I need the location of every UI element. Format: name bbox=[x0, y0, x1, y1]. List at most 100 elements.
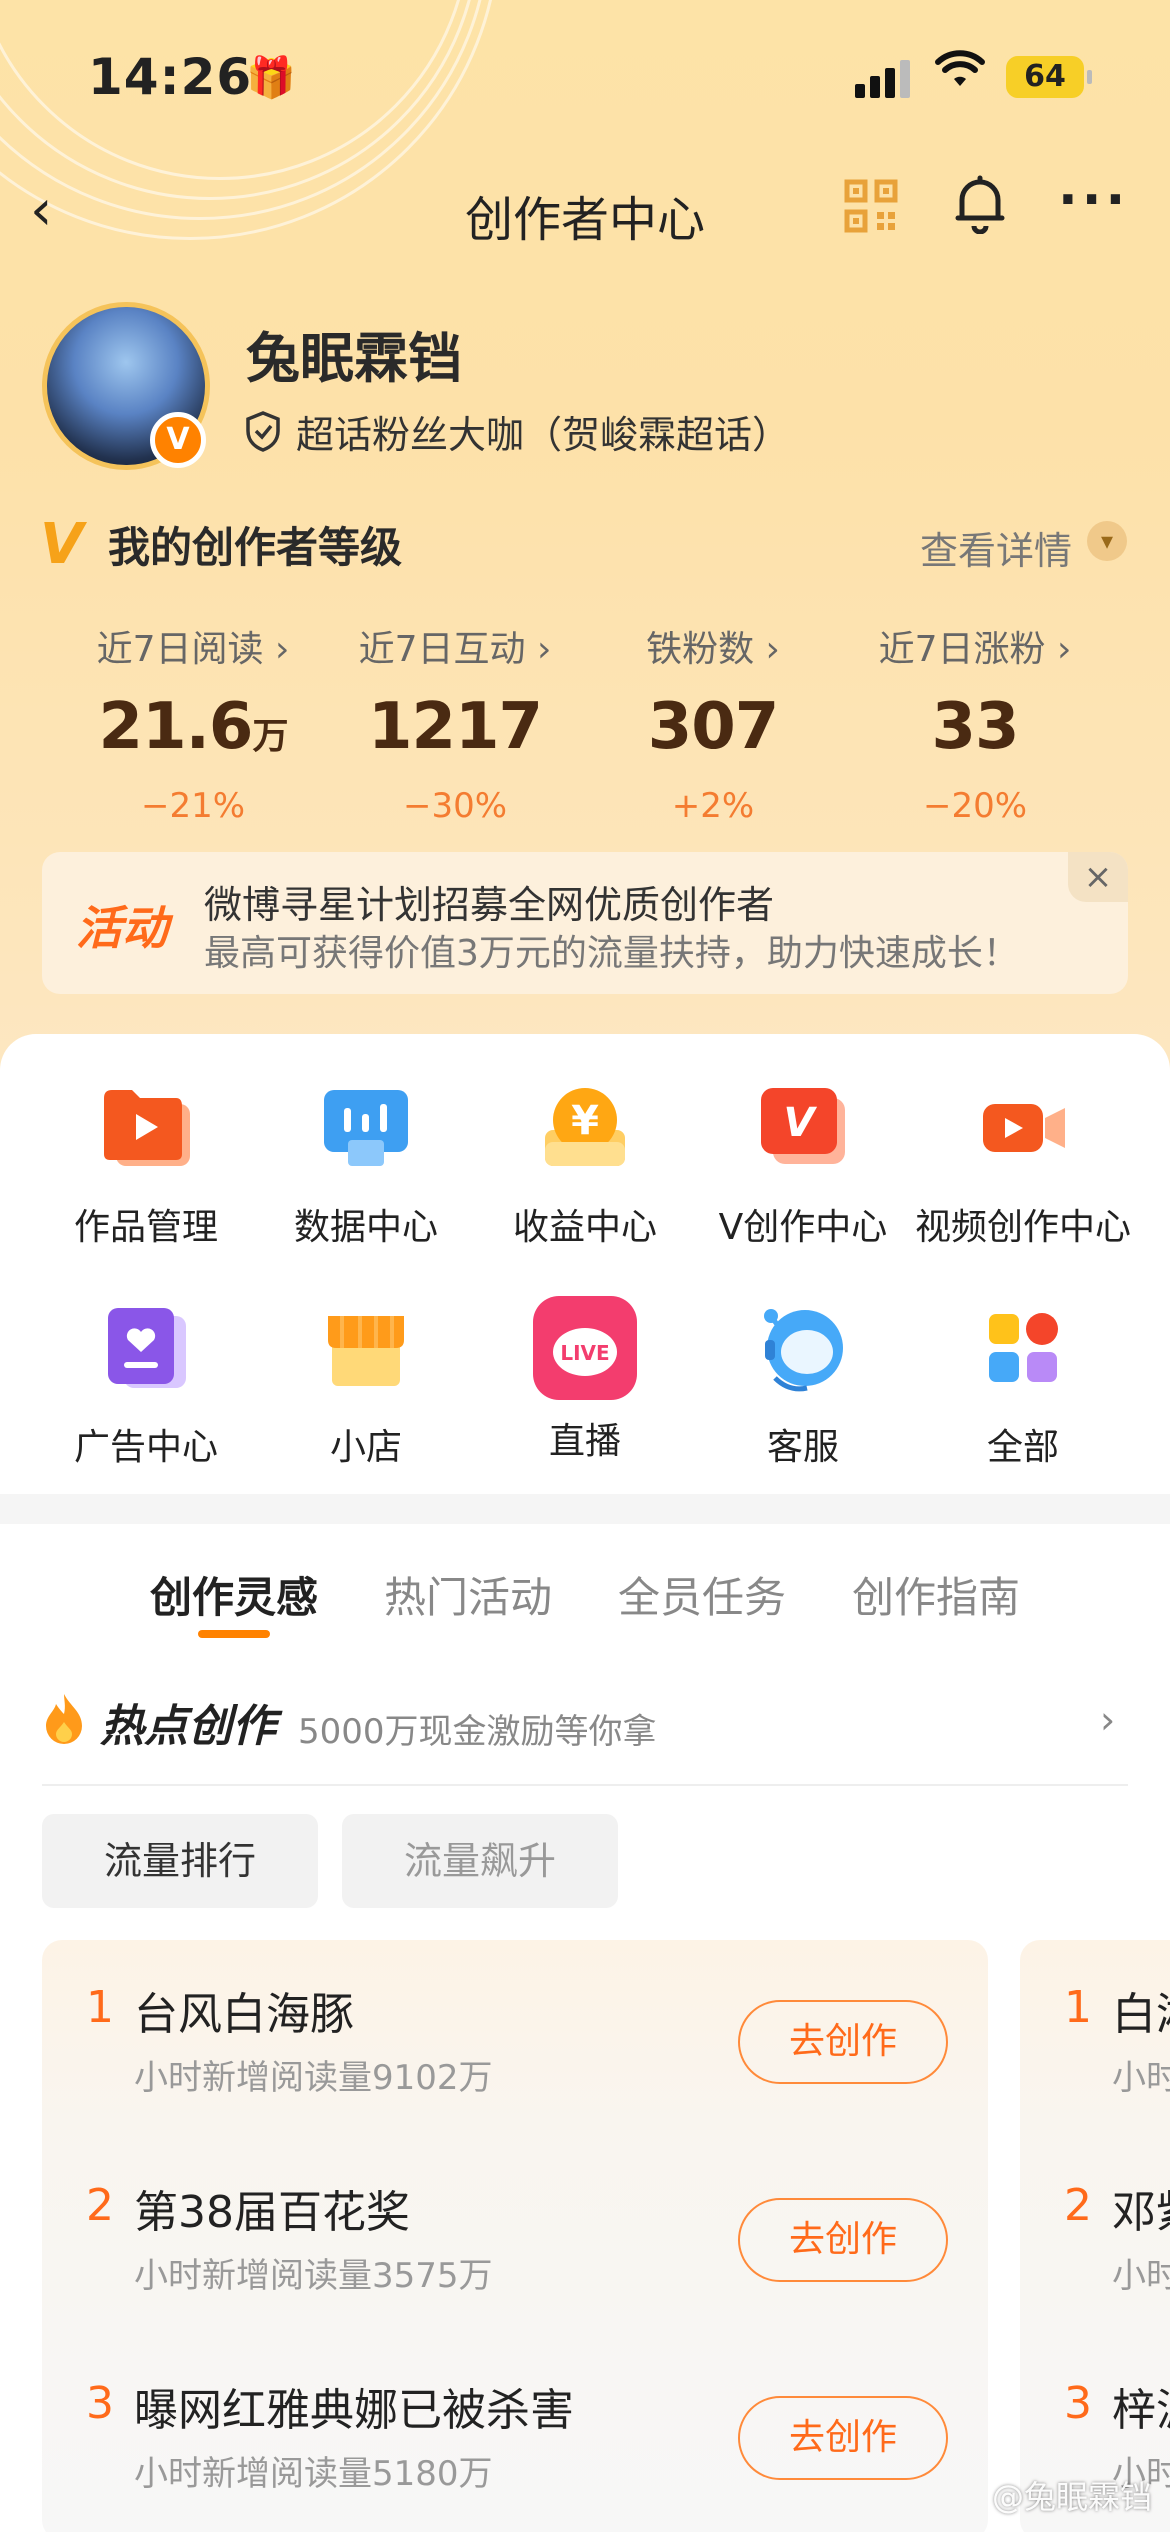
rank-subtitle: 小时新增阅读量3575万 bbox=[134, 2256, 493, 2296]
tab-guide[interactable]: 创作指南 bbox=[852, 1564, 1020, 1625]
creator-level-title: 我的创作者等级 bbox=[108, 523, 403, 572]
grid-item-label: 广告中心 bbox=[73, 1427, 218, 1468]
battery-icon: 64 bbox=[1006, 56, 1092, 98]
stat-value: 21.6万 bbox=[98, 690, 289, 764]
fire-icon bbox=[42, 1692, 86, 1756]
active-tab-indicator bbox=[198, 1630, 270, 1638]
customer-service-icon bbox=[755, 1300, 851, 1396]
svg-text:V: V bbox=[784, 1100, 818, 1146]
live-icon: LIVE bbox=[531, 1294, 639, 1402]
grid-item-label: 视频创作中心 bbox=[914, 1207, 1131, 1248]
rank-title[interactable]: 第38届百花奖 bbox=[134, 2176, 410, 2240]
rank-number: 2 bbox=[1064, 2180, 1092, 2231]
stat-value: 33 bbox=[931, 690, 1019, 764]
grid-item-income[interactable]: ¥ 收益中心 bbox=[475, 1080, 695, 1250]
grid-item-video[interactable]: 视频创作中心 bbox=[913, 1080, 1133, 1250]
nav-bar: ‹ 创作者中心 ··· bbox=[0, 170, 1170, 250]
rank-subtitle: 小时新增阅读量9102万 bbox=[134, 2058, 493, 2098]
stat-value: 1217 bbox=[367, 690, 543, 764]
grid-item-shop[interactable]: 小店 bbox=[256, 1300, 476, 1470]
status-time: 14:26 bbox=[88, 48, 253, 106]
v-level-icon: V bbox=[40, 512, 84, 577]
filter-traffic-surge[interactable]: 流量飙升 bbox=[342, 1814, 618, 1908]
bell-icon[interactable] bbox=[952, 174, 1008, 247]
stat-label: 铁粉数 › bbox=[646, 629, 780, 670]
rank-number: 3 bbox=[1064, 2378, 1092, 2429]
rank-subtitle: 小时 bbox=[1112, 2058, 1170, 2098]
grid-item-label: 客服 bbox=[766, 1427, 839, 1468]
close-icon[interactable]: × bbox=[1068, 852, 1128, 902]
grid-item-data[interactable]: 数据中心 bbox=[256, 1080, 476, 1250]
cellular-signal-icon bbox=[855, 58, 915, 98]
tab-all-tasks[interactable]: 全员任务 bbox=[618, 1564, 786, 1625]
svg-text:LIVE: LIVE bbox=[560, 1341, 609, 1365]
grid-item-service[interactable]: 客服 bbox=[693, 1300, 913, 1470]
tools-grid: 作品管理 数据中心 ¥ 收益中心 V V创作中心 视频创作中心 广告中心 小店 … bbox=[0, 1034, 1170, 1494]
ranking-card: 1 台风白海豚 小时新增阅读量9102万 去创作 2 第38届百花奖 小时新增阅… bbox=[42, 1940, 988, 2532]
grid-item-all[interactable]: 全部 bbox=[913, 1300, 1133, 1470]
activity-banner[interactable]: 活动 微博寻星计划招募全网优质创作者 最高可获得价值3万元的流量扶持，助力快速成… bbox=[42, 852, 1128, 994]
grid-item-v-creator[interactable]: V V创作中心 bbox=[693, 1080, 913, 1250]
filter-traffic-rank[interactable]: 流量排行 bbox=[42, 1814, 318, 1908]
stat-change: −30% bbox=[402, 786, 508, 826]
fan-title-tag[interactable]: 超话粉丝大咖（贺峻霖超话） bbox=[296, 404, 790, 459]
hot-creation-title[interactable]: 热点创作 bbox=[100, 1690, 276, 1754]
rank-subtitle: 小时新增阅读量5180万 bbox=[134, 2454, 493, 2494]
coin-yen-icon: ¥ bbox=[537, 1080, 633, 1176]
rank-number: 1 bbox=[1064, 1982, 1092, 2033]
v-creator-icon: V bbox=[755, 1080, 851, 1176]
grid-item-label: 作品管理 bbox=[73, 1207, 218, 1248]
stat-label: 近7日互动 › bbox=[358, 629, 552, 670]
grid-item-label: 数据中心 bbox=[293, 1207, 438, 1248]
verified-badge: V bbox=[150, 412, 206, 468]
stat-change: +2% bbox=[671, 786, 755, 826]
video-camera-icon bbox=[975, 1080, 1071, 1176]
grid-item-label: 直播 bbox=[548, 1421, 621, 1462]
rank-title[interactable]: 台风白海豚 bbox=[134, 1978, 354, 2042]
wifi-icon bbox=[935, 50, 985, 101]
ad-heart-icon bbox=[98, 1300, 194, 1396]
tab-hot-activities[interactable]: 热门活动 bbox=[384, 1564, 552, 1625]
username[interactable]: 兔眠霖铛 bbox=[246, 314, 462, 393]
stat-change: −20% bbox=[922, 786, 1028, 826]
stat-reads[interactable]: 近7日阅读 › 21.6万 −21% bbox=[48, 620, 338, 826]
stat-interactions[interactable]: 近7日互动 › 1217 −30% bbox=[310, 620, 600, 826]
rank-title: 邓紫 bbox=[1112, 2187, 1170, 2238]
rank-subtitle: 小时 bbox=[1112, 2256, 1170, 2296]
qr-code-icon[interactable] bbox=[843, 178, 899, 234]
grid-item-works[interactable]: 作品管理 bbox=[36, 1080, 256, 1250]
banner-subtitle: 最高可获得价值3万元的流量扶持，助力快速成长！ bbox=[204, 933, 1019, 974]
grid-item-label: 收益中心 bbox=[512, 1207, 657, 1248]
grid-item-ads[interactable]: 广告中心 bbox=[36, 1300, 256, 1470]
stat-change: −21% bbox=[140, 786, 246, 826]
tab-inspiration[interactable]: 创作灵感 bbox=[150, 1564, 318, 1625]
create-button[interactable]: 去创作 bbox=[738, 2000, 948, 2084]
grid-item-live[interactable]: LIVE 直播 bbox=[475, 1296, 695, 1464]
gift-icon: 🎁 bbox=[246, 55, 296, 101]
header-background: 14:26 🎁 64 ‹ 创作者中心 ··· V 兔眠霖铛 超话粉丝大咖（贺峻霖… bbox=[0, 0, 1170, 1070]
hot-creation-subtitle: 5000万现金激励等你拿 bbox=[298, 1712, 657, 1752]
chevron-right-icon[interactable]: › bbox=[1100, 1698, 1115, 1742]
grid-item-label: 小店 bbox=[329, 1427, 402, 1468]
more-icon[interactable]: ··· bbox=[1058, 170, 1129, 230]
watermark: @兔眠霖铛 bbox=[991, 2478, 1152, 2516]
rank-number: 1 bbox=[86, 1982, 114, 2033]
svg-text:¥: ¥ bbox=[571, 1098, 599, 1144]
rank-title: 白湘 bbox=[1112, 1989, 1170, 2040]
stat-value: 307 bbox=[647, 690, 780, 764]
chevron-down-icon[interactable]: ▾ bbox=[1087, 521, 1127, 561]
rank-title[interactable]: 曝网红雅典娜已被杀害 bbox=[134, 2374, 574, 2438]
create-button[interactable]: 去创作 bbox=[738, 2396, 948, 2480]
grid-item-label: 全部 bbox=[986, 1427, 1059, 1468]
stat-iron-fans[interactable]: 铁粉数 › 307 +2% bbox=[568, 620, 858, 826]
activity-tag: 活动 bbox=[76, 901, 168, 955]
play-folder-icon bbox=[98, 1080, 194, 1176]
stat-new-fans[interactable]: 近7日涨粉 › 33 −20% bbox=[830, 620, 1120, 826]
create-button[interactable]: 去创作 bbox=[738, 2198, 948, 2282]
ranking-card-next[interactable]: 1 白湘 小时 2 邓紫 小时 3 梓湄 小时 bbox=[1020, 1940, 1170, 2532]
shield-icon bbox=[244, 410, 282, 452]
grid-item-label: V创作中心 bbox=[718, 1207, 888, 1248]
rank-number: 2 bbox=[86, 2180, 114, 2231]
view-details-link[interactable]: 查看详情 bbox=[920, 520, 1072, 575]
shop-icon bbox=[318, 1300, 414, 1396]
